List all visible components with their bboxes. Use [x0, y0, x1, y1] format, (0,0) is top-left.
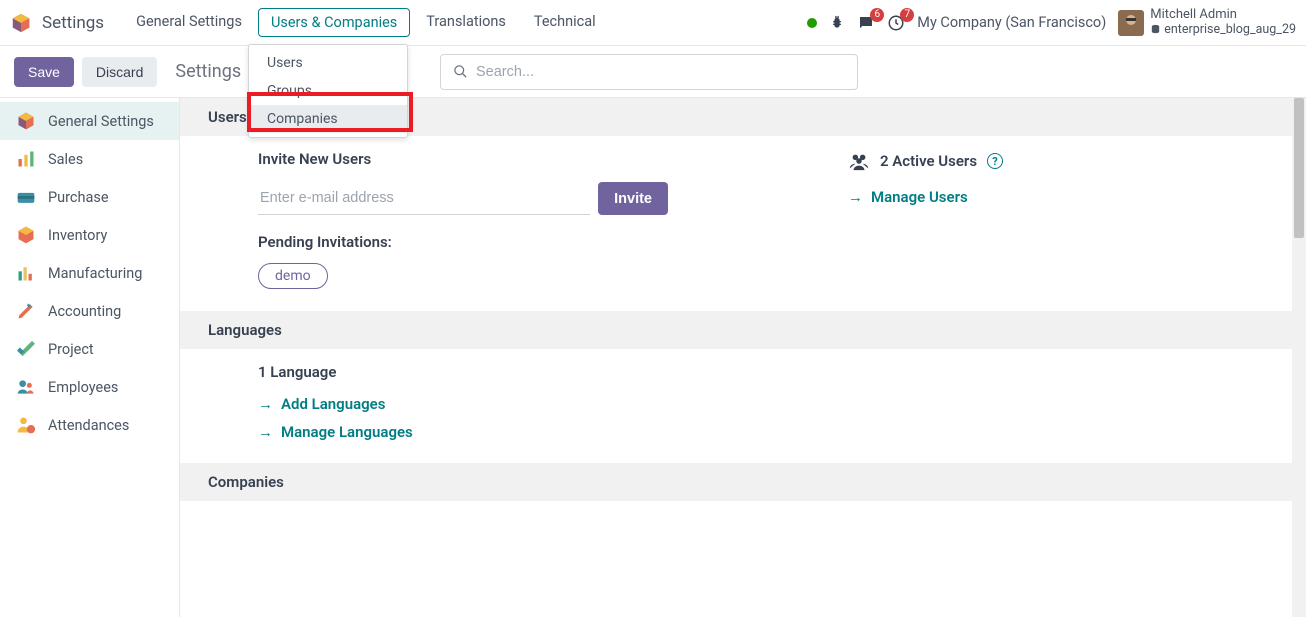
person-clock-icon: [16, 415, 36, 435]
search-box[interactable]: [440, 54, 858, 90]
users-companies-dropdown: Users Groups Companies: [248, 44, 408, 138]
arrow-right-icon: →: [258, 423, 273, 441]
user-name: Mitchell Admin: [1150, 8, 1296, 23]
menu-users-companies[interactable]: Users & Companies: [258, 8, 410, 37]
sidebar-item-purchase[interactable]: Purchase: [0, 178, 179, 216]
sidebar-label: Employees: [48, 379, 118, 396]
database-icon: [1150, 24, 1161, 35]
dropdown-companies[interactable]: Companies: [249, 105, 407, 133]
box-icon: [16, 225, 36, 245]
sidebar-item-inventory[interactable]: Inventory: [0, 216, 179, 254]
check-icon: [16, 339, 36, 359]
manage-languages-link[interactable]: → Manage Languages: [258, 423, 1272, 441]
sidebar-item-sales[interactable]: Sales: [0, 140, 179, 178]
messages-icon[interactable]: 6: [857, 14, 875, 32]
pencil-icon: [16, 301, 36, 321]
bars-icon: [16, 149, 36, 169]
menu-translations[interactable]: Translations: [414, 8, 518, 37]
sidebar-label: Manufacturing: [48, 265, 142, 282]
activities-badge: 7: [900, 8, 914, 22]
section-languages-header: Languages: [180, 311, 1300, 349]
sidebar: General Settings Sales Purchase Inventor…: [0, 98, 180, 617]
chart-icon: [16, 263, 36, 283]
info-icon[interactable]: ?: [987, 153, 1003, 169]
sidebar-item-general[interactable]: General Settings: [0, 102, 179, 140]
save-button[interactable]: Save: [14, 57, 74, 87]
scrollbar[interactable]: [1292, 98, 1306, 617]
activities-icon[interactable]: 7: [887, 14, 905, 32]
sidebar-label: Project: [48, 341, 94, 358]
active-users-text: 2 Active Users: [880, 152, 977, 170]
invite-button[interactable]: Invite: [598, 182, 668, 215]
status-indicator-icon[interactable]: [807, 18, 817, 28]
topbar: Settings General Settings Users & Compan…: [0, 0, 1306, 46]
search-input[interactable]: [476, 64, 845, 80]
messages-badge: 6: [870, 8, 884, 22]
sidebar-label: Accounting: [48, 303, 121, 320]
sidebar-item-project[interactable]: Project: [0, 330, 179, 368]
app-logo-icon[interactable]: [10, 12, 32, 34]
invite-title: Invite New Users: [258, 150, 668, 168]
discard-button[interactable]: Discard: [82, 57, 157, 87]
section-companies-header: Companies: [180, 463, 1300, 501]
settings-content: Users Invite New Users Invite Pending In…: [180, 98, 1306, 617]
sidebar-label: Inventory: [48, 227, 107, 244]
sidebar-label: General Settings: [48, 113, 154, 130]
app-title: Settings: [42, 13, 104, 33]
avatar-icon: [1118, 10, 1144, 36]
user-menu[interactable]: Mitchell Admin enterprise_blog_aug_29: [1118, 8, 1296, 37]
action-bar: Save Discard Settings: [0, 46, 1306, 98]
scrollbar-thumb[interactable]: [1294, 98, 1304, 238]
menu-technical[interactable]: Technical: [522, 8, 608, 37]
pending-pill-demo[interactable]: demo: [258, 263, 328, 289]
dropdown-groups[interactable]: Groups: [249, 77, 407, 105]
language-count: 1 Language: [258, 363, 1272, 381]
search-icon: [453, 64, 468, 79]
company-selector[interactable]: My Company (San Francisco): [917, 14, 1106, 31]
dropdown-users[interactable]: Users: [249, 49, 407, 77]
add-languages-link[interactable]: → Add Languages: [258, 395, 1272, 413]
sidebar-item-attendances[interactable]: Attendances: [0, 406, 179, 444]
hexagon-icon: [16, 111, 36, 131]
pending-label: Pending Invitations:: [258, 233, 668, 251]
sidebar-label: Purchase: [48, 189, 109, 206]
arrow-right-icon: →: [848, 188, 863, 206]
database-name: enterprise_blog_aug_29: [1164, 23, 1296, 37]
sidebar-label: Sales: [48, 151, 83, 168]
menu-general-settings[interactable]: General Settings: [124, 8, 254, 37]
sidebar-item-accounting[interactable]: Accounting: [0, 292, 179, 330]
top-menu: General Settings Users & Companies Trans…: [124, 8, 608, 37]
sidebar-item-employees[interactable]: Employees: [0, 368, 179, 406]
debug-icon[interactable]: [829, 15, 845, 31]
sidebar-item-manufacturing[interactable]: Manufacturing: [0, 254, 179, 292]
breadcrumb: Settings: [175, 61, 241, 82]
wallet-icon: [16, 187, 36, 207]
manage-users-link[interactable]: → Manage Users: [848, 188, 1003, 206]
arrow-right-icon: →: [258, 395, 273, 413]
users-group-icon: [848, 150, 870, 172]
invite-email-input[interactable]: [258, 182, 590, 215]
sidebar-label: Attendances: [48, 417, 129, 434]
people-icon: [16, 377, 36, 397]
